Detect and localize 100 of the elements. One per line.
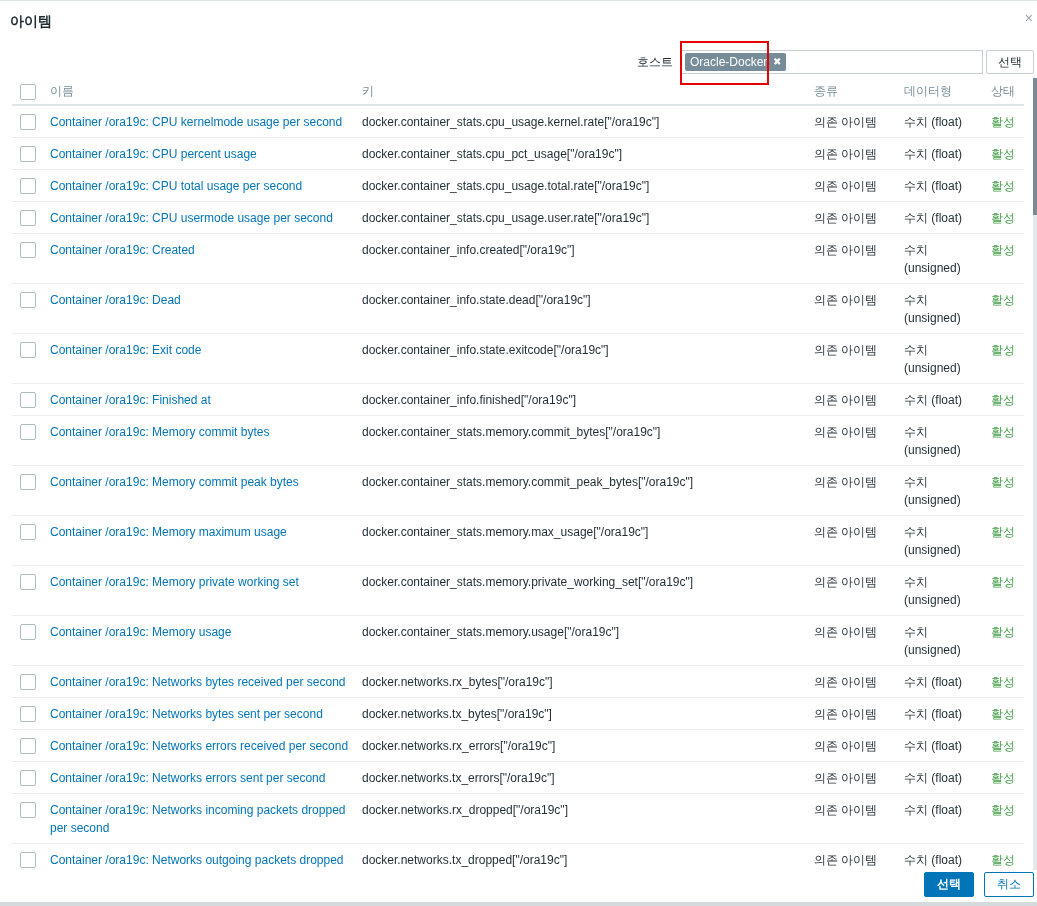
item-key: docker.networks.tx_errors["/ora19c"] (362, 769, 814, 787)
item-type: 의존 아이템 (814, 852, 879, 869)
item-key: docker.networks.tx_bytes["/ora19c"] (362, 705, 814, 723)
item-type: 의존 아이템 (814, 178, 879, 195)
item-name-link[interactable]: Container /ora19c: Networks errors received per second (50, 737, 362, 755)
row-checkbox[interactable] (20, 624, 36, 640)
item-status: 활성 (991, 343, 1015, 357)
item-key: docker.container_stats.cpu_pct_usage["/ora19c"] (362, 145, 814, 163)
row-checkbox[interactable] (20, 738, 36, 754)
row-checkbox[interactable] (20, 424, 36, 440)
item-name-link[interactable]: Container /ora19c: Memory usage (50, 623, 362, 641)
cancel-button[interactable]: 취소 (984, 872, 1034, 897)
item-key: docker.networks.rx_bytes["/ora19c"] (362, 673, 814, 691)
item-key: docker.networks.rx_dropped["/ora19c"] (362, 801, 814, 819)
item-name-link[interactable]: Container /ora19c: CPU usermode usage per second (50, 209, 362, 227)
column-header[interactable]: 이름 (50, 83, 362, 99)
item-key: docker.container_stats.memory.commit_bytes["/ora19c"] (362, 423, 814, 441)
row-checkbox[interactable] (20, 706, 36, 722)
row-checkbox[interactable] (20, 210, 36, 226)
item-type: 의존 아이템 (814, 574, 879, 591)
item-data-type: 수치 (unsigned) (904, 524, 962, 559)
item-data-type: 수치 (unsigned) (904, 292, 962, 327)
dialog-title: 아이템 (10, 12, 52, 30)
item-name-link[interactable]: Container /ora19c: Exit code (50, 341, 362, 359)
select-button[interactable]: 선택 (924, 872, 974, 897)
item-status: 활성 (991, 771, 1015, 785)
item-name-link[interactable]: Container /ora19c: Memory commit bytes (50, 423, 362, 441)
row-checkbox[interactable] (20, 524, 36, 540)
item-name-link[interactable]: Container /ora19c: Created (50, 241, 362, 259)
item-key: docker.container_info.state.exitcode["/ora19c"] (362, 341, 814, 359)
item-type: 의존 아이템 (814, 342, 879, 359)
item-data-type: 수치 (unsigned) (904, 474, 962, 509)
item-type: 의존 아이템 (814, 674, 879, 691)
item-name-link[interactable]: Container /ora19c: Networks errors sent per second (50, 769, 362, 787)
item-status: 활성 (991, 575, 1015, 589)
row-checkbox[interactable] (20, 674, 36, 690)
row-checkbox[interactable] (20, 292, 36, 308)
item-key: docker.networks.rx_errors["/ora19c"] (362, 737, 814, 755)
item-data-type: 수치 (unsigned) (904, 574, 962, 609)
item-status: 활성 (991, 293, 1015, 307)
item-name-link[interactable]: Container /ora19c: Networks outgoing packets dropped (50, 851, 362, 869)
item-data-type: 수치 (unsigned) (904, 242, 962, 277)
select-all-checkbox[interactable] (20, 83, 36, 100)
item-status: 활성 (991, 425, 1015, 439)
item-name-link[interactable]: Container /ora19c: CPU kernelmode usage per second (50, 113, 362, 131)
item-key: docker.container_info.finished["/ora19c"] (362, 391, 814, 409)
item-type: 의존 아이템 (814, 802, 879, 819)
row-checkbox[interactable] (20, 574, 36, 590)
row-checkbox[interactable] (20, 242, 36, 258)
item-status: 활성 (991, 675, 1015, 689)
item-status: 활성 (991, 853, 1015, 867)
row-checkbox[interactable] (20, 114, 36, 130)
item-key: docker.container_stats.memory.max_usage["/ora19c"] (362, 523, 814, 541)
row-checkbox[interactable] (20, 852, 36, 868)
column-header[interactable]: 종류 (814, 83, 904, 99)
item-status: 활성 (991, 525, 1015, 539)
item-name-link[interactable]: Container /ora19c: Memory commit peak bytes (50, 473, 362, 491)
item-key: docker.container_info.state.dead["/ora19c"] (362, 291, 814, 309)
item-data-type: 수치 (float) (904, 114, 963, 131)
item-name-link[interactable]: Container /ora19c: Networks bytes received per second (50, 673, 362, 691)
item-data-type: 수치 (float) (904, 392, 963, 409)
column-header[interactable]: 키 (362, 83, 814, 99)
item-name-link[interactable]: Container /ora19c: CPU percent usage (50, 145, 362, 163)
column-header[interactable]: 상태 (991, 83, 1024, 99)
item-type: 의존 아이템 (814, 738, 879, 755)
row-checkbox[interactable] (20, 392, 36, 408)
column-header[interactable]: 데이터형 (904, 83, 991, 99)
item-type: 의존 아이템 (814, 146, 879, 163)
close-button[interactable]: × (1024, 12, 1033, 24)
item-key: docker.container_stats.memory.commit_peak_bytes["/ora19c"] (362, 473, 814, 491)
item-type: 의존 아이템 (814, 292, 879, 309)
item-name-link[interactable]: Container /ora19c: Memory private working set (50, 573, 362, 591)
item-status: 활성 (991, 625, 1015, 639)
item-key: docker.container_stats.memory.private_working_set["/ora19c"] (362, 573, 814, 591)
item-name-link[interactable]: Container /ora19c: CPU total usage per second (50, 177, 362, 195)
row-checkbox[interactable] (20, 146, 36, 162)
row-checkbox[interactable] (20, 178, 36, 194)
item-type: 의존 아이템 (814, 524, 879, 541)
remove-tag-button[interactable]: ✖ (773, 56, 782, 68)
item-type: 의존 아이템 (814, 242, 879, 259)
item-status: 활성 (991, 147, 1015, 161)
item-status: 활성 (991, 393, 1015, 407)
item-name-link[interactable]: Container /ora19c: Networks bytes sent per second (50, 705, 362, 723)
item-data-type: 수치 (float) (904, 146, 963, 163)
select-host-button[interactable]: 선택 (986, 50, 1034, 74)
item-data-type: 수치 (float) (904, 706, 963, 723)
item-key: docker.container_info.created["/ora19c"] (362, 241, 814, 259)
item-name-link[interactable]: Container /ora19c: Networks incoming packets dropped per second (50, 801, 362, 837)
item-name-link[interactable]: Container /ora19c: Dead (50, 291, 362, 309)
item-name-link[interactable]: Container /ora19c: Finished at (50, 391, 362, 409)
item-data-type: 수치 (float) (904, 852, 963, 869)
item-name-link[interactable]: Container /ora19c: Memory maximum usage (50, 523, 362, 541)
item-key: docker.container_stats.cpu_usage.user.rate["/ora19c"] (362, 209, 814, 227)
item-status: 활성 (991, 243, 1015, 257)
row-checkbox[interactable] (20, 342, 36, 358)
row-checkbox[interactable] (20, 474, 36, 490)
row-checkbox[interactable] (20, 770, 36, 786)
row-checkbox[interactable] (20, 802, 36, 818)
item-data-type: 수치 (float) (904, 210, 963, 227)
item-status: 활성 (991, 803, 1015, 817)
